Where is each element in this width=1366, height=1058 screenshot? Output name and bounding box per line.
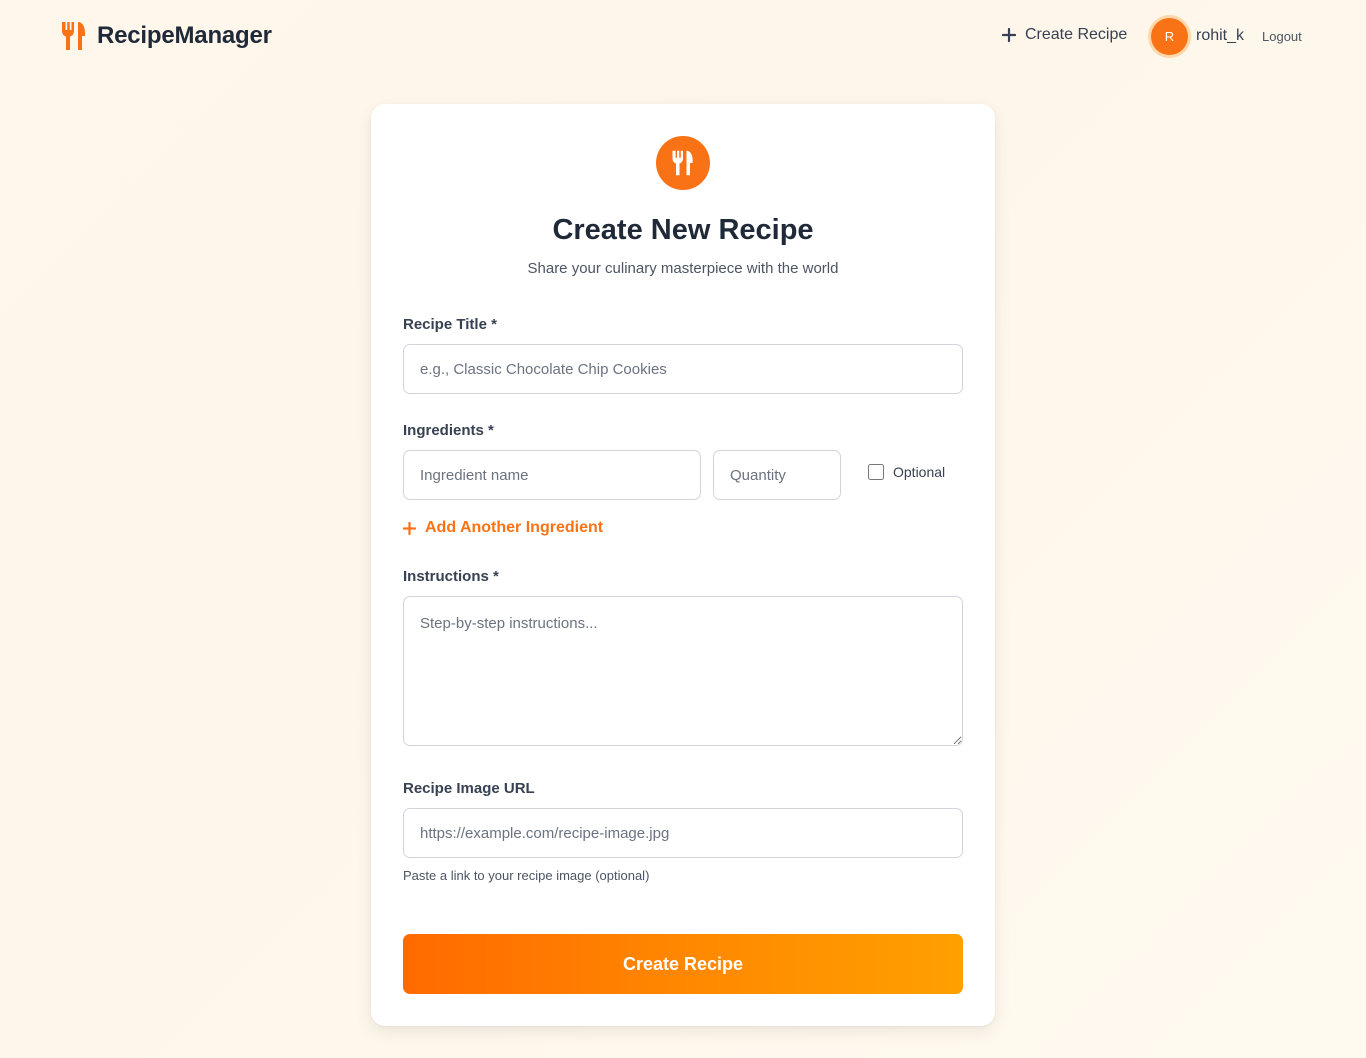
username: rohit_k (1196, 27, 1245, 44)
nav-create-recipe-link[interactable]: Create Recipe (1002, 26, 1127, 44)
image-url-input[interactable] (403, 808, 963, 858)
create-recipe-button[interactable]: Create Recipe (403, 934, 963, 994)
instructions-label: Instructions * (403, 568, 499, 585)
image-url-label: Recipe Image URL (403, 780, 535, 797)
add-ingredient-label: Add Another Ingredient (425, 519, 604, 536)
instructions-textarea[interactable] (403, 596, 963, 746)
image-url-hint: Paste a link to your recipe image (optio… (403, 868, 650, 883)
page-subtitle: Share your culinary masterpiece with the… (527, 260, 839, 277)
optional-label: Optional (893, 464, 946, 480)
create-recipe-card: Create New Recipe Share your culinary ma… (371, 104, 995, 1026)
fork-knife-icon (62, 22, 85, 50)
plus-icon (1002, 28, 1016, 42)
optional-checkbox-wrapper[interactable]: Optional (868, 464, 945, 480)
plus-icon (403, 521, 416, 535)
logout-button[interactable]: Logout (1262, 29, 1302, 44)
fork-knife-icon (656, 136, 710, 190)
ingredients-label: Ingredients * (403, 422, 494, 439)
recipe-title-label: Recipe Title * (403, 316, 497, 333)
avatar[interactable]: R (1151, 18, 1188, 55)
ingredient-name-input[interactable] (403, 450, 701, 500)
brand-name: RecipeManager (97, 22, 272, 49)
optional-checkbox[interactable] (868, 464, 884, 480)
nav-create-recipe-label: Create Recipe (1025, 26, 1128, 43)
ingredient-quantity-input[interactable] (713, 450, 841, 500)
recipe-title-input[interactable] (403, 344, 963, 394)
add-ingredient-button[interactable]: Add Another Ingredient (403, 519, 603, 537)
page-title: Create New Recipe (552, 214, 814, 246)
top-navbar: RecipeManager Create Recipe R rohit_k Lo… (0, 0, 1366, 74)
brand[interactable]: RecipeManager (60, 20, 272, 52)
